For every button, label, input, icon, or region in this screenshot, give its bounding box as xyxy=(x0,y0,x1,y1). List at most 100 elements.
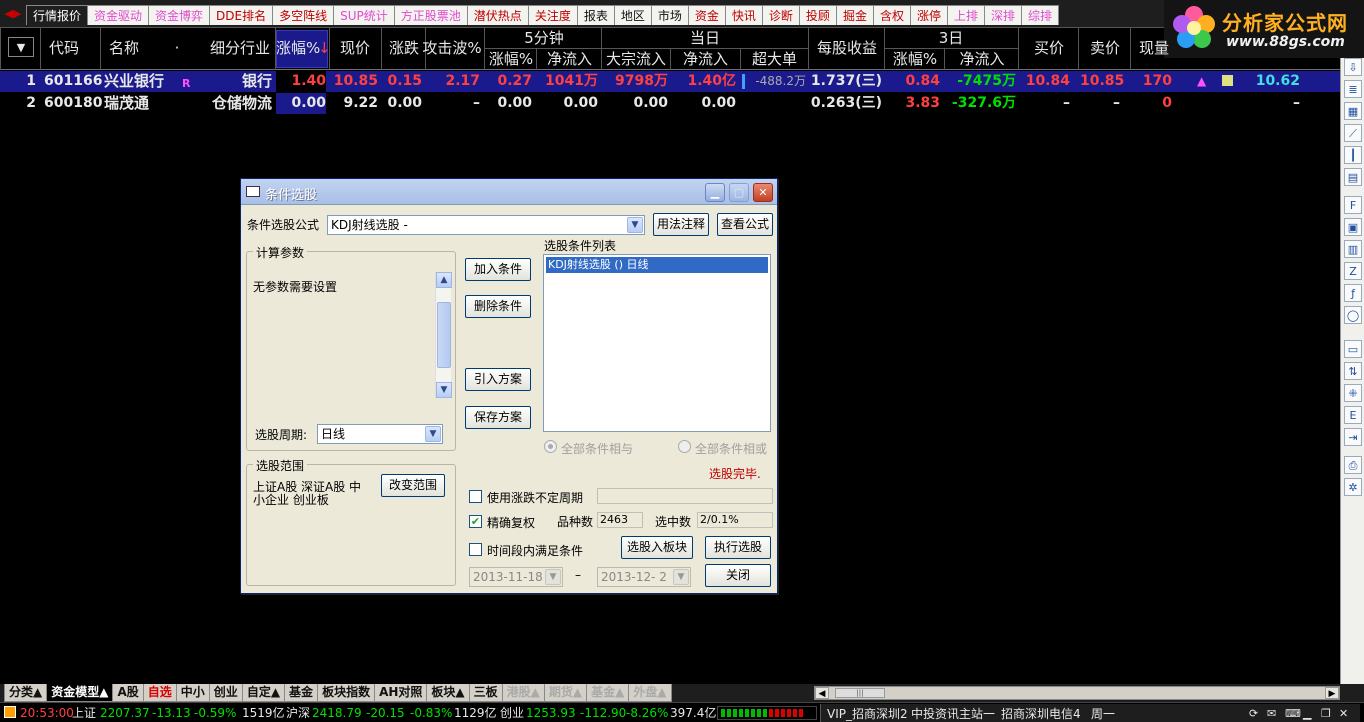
usage-notes-button[interactable]: 用法注释 xyxy=(653,213,709,236)
header-3day-pct[interactable]: 涨幅% xyxy=(886,49,944,69)
message-icon[interactable]: ✉ xyxy=(1267,706,1276,722)
tab-market-5[interactable]: SUP统计 xyxy=(333,5,395,25)
header-sell[interactable]: 卖价 xyxy=(1080,38,1130,60)
tab-category-12[interactable]: 港股▲ xyxy=(501,684,545,702)
candlestick-icon[interactable]: ┃ xyxy=(1344,146,1362,164)
tab-market-20[interactable]: 深排 xyxy=(984,5,1023,25)
header-5min-net[interactable]: 净流入 xyxy=(538,49,601,69)
tab-category-15[interactable]: 外盘▲ xyxy=(628,684,672,702)
add-condition-button[interactable]: 加入条件 xyxy=(465,258,531,281)
report-icon[interactable]: ▣ xyxy=(1344,218,1362,236)
params-scrollbar[interactable]: ▲ ▼ xyxy=(435,272,452,398)
tab-category-4[interactable]: 中小 xyxy=(175,684,210,702)
f10-icon[interactable]: F xyxy=(1344,196,1362,214)
header-block-inflow[interactable]: 大宗流入 xyxy=(602,49,670,69)
folder-icon[interactable]: ▭ xyxy=(1344,340,1362,358)
tab-category-6[interactable]: 自定▲ xyxy=(241,684,286,702)
view-formula-button[interactable]: 查看公式 xyxy=(717,213,773,236)
condition-list[interactable]: KDJ射线选股 () 日线 xyxy=(543,254,771,432)
restore-icon[interactable]: ❐ xyxy=(1321,706,1331,722)
header-name[interactable]: 名称 xyxy=(104,38,144,60)
tab-category-0[interactable]: 分类▲ xyxy=(4,684,48,702)
table-row[interactable]: 1 601166 兴业银行 R 银行 1.40 10.85 0.15 2.17 … xyxy=(0,71,1340,92)
tab-market-16[interactable]: 掘金 xyxy=(835,5,874,25)
f2-icon[interactable]: Z xyxy=(1344,262,1362,280)
tab-market-14[interactable]: 诊断 xyxy=(761,5,800,25)
sort-icon[interactable]: ⇅ xyxy=(1344,362,1362,380)
header-change[interactable]: 涨跌 xyxy=(384,38,424,60)
print-icon[interactable]: ⎙ xyxy=(1344,456,1362,474)
tab-market-0[interactable]: 行情报价 xyxy=(26,5,89,25)
time-range-checkbox[interactable] xyxy=(469,543,482,556)
execute-button[interactable]: 执行选股 xyxy=(705,536,771,559)
uncertain-period-checkbox[interactable] xyxy=(469,490,482,503)
tab-market-17[interactable]: 含权 xyxy=(872,5,911,25)
tab-market-2[interactable]: 资金博弈 xyxy=(148,5,211,25)
quote-list-icon[interactable]: ≣ xyxy=(1344,80,1362,98)
refresh-icon[interactable]: ⟳ xyxy=(1249,706,1258,722)
header-industry[interactable]: 细分行业 xyxy=(206,38,274,60)
close-icon[interactable]: ✕ xyxy=(753,183,773,202)
tab-category-1[interactable]: 资金模型▲ xyxy=(46,684,114,702)
formula-select[interactable]: KDJ射线选股 - ▼ xyxy=(327,215,645,235)
save-scheme-button[interactable]: 保存方案 xyxy=(465,406,531,429)
tab-category-13[interactable]: 期货▲ xyxy=(543,684,588,702)
close-button[interactable]: 关闭 xyxy=(705,564,771,587)
tab-market-9[interactable]: 报表 xyxy=(576,5,615,25)
period-select[interactable]: 日线 ▼ xyxy=(317,424,443,444)
bar-chart-icon[interactable]: ▤ xyxy=(1344,168,1362,186)
exact-adjust-checkbox[interactable]: ✔ xyxy=(469,515,482,528)
add-to-block-button[interactable]: 选股入板块 xyxy=(621,536,693,559)
chevron-down-icon[interactable]: ▼ xyxy=(425,426,441,442)
line-chart-icon[interactable]: ⟋ xyxy=(1344,124,1362,142)
header-3day-net[interactable]: 净流入 xyxy=(946,49,1018,69)
table-icon[interactable]: ▦ xyxy=(1344,102,1362,120)
header-attack-wave[interactable]: 攻击波% xyxy=(420,38,484,60)
tab-category-7[interactable]: 基金 xyxy=(284,684,319,702)
tab-category-2[interactable]: A股 xyxy=(112,684,144,702)
scroll-thumb[interactable]: ||| xyxy=(835,688,885,698)
vip-server[interactable]: VIP_招商深圳2 xyxy=(827,706,908,722)
tab-market-12[interactable]: 资金 xyxy=(687,5,726,25)
header-code[interactable]: 代码 xyxy=(44,38,84,60)
tab-category-10[interactable]: 板块▲ xyxy=(426,684,470,702)
export-icon[interactable]: ⇥ xyxy=(1344,428,1362,446)
scroll-thumb[interactable] xyxy=(437,302,451,368)
chevron-down-icon[interactable]: ▼ xyxy=(627,217,643,233)
tab-market-15[interactable]: 投顾 xyxy=(798,5,837,25)
chevron-up-icon[interactable]: ▲ xyxy=(436,272,452,288)
tab-category-5[interactable]: 创业 xyxy=(208,684,243,702)
table-row[interactable]: 2 600180 瑞茂通 仓储物流 0.00 9.22 0.00 – 0.00 … xyxy=(0,93,1340,114)
tab-scroll-arrows[interactable]: ◀▶ xyxy=(0,5,26,23)
tab-market-8[interactable]: 关注度 xyxy=(527,5,578,25)
tab-market-1[interactable]: 资金驱动 xyxy=(87,5,150,25)
tab-market-10[interactable]: 地区 xyxy=(613,5,652,25)
chevron-left-icon[interactable]: ◀ xyxy=(815,687,829,699)
news-icon[interactable]: ▥ xyxy=(1344,240,1362,258)
header-volume[interactable]: 现量 xyxy=(1134,38,1174,60)
tab-market-4[interactable]: 多空阵线 xyxy=(272,5,335,25)
tab-category-8[interactable]: 板块指数 xyxy=(317,684,376,702)
minimize-icon[interactable]: ▁ xyxy=(1303,706,1311,722)
change-range-button[interactable]: 改变范围 xyxy=(381,474,445,497)
tab-category-11[interactable]: 三板 xyxy=(468,684,503,702)
keyboard-icon[interactable]: ⌨ xyxy=(1285,706,1301,722)
import-scheme-button[interactable]: 引入方案 xyxy=(465,368,531,391)
header-5min-pct[interactable]: 涨幅% xyxy=(486,49,536,69)
download-icon[interactable]: ⇩ xyxy=(1344,58,1362,76)
tab-market-7[interactable]: 潜伏热点 xyxy=(466,5,529,25)
header-super-big[interactable]: 超大单 xyxy=(741,49,808,69)
close-app-icon[interactable]: ✕ xyxy=(1339,706,1348,722)
dialog-titlebar[interactable]: 条件选股 ▁ ▢ ✕ xyxy=(241,179,777,205)
minimize-button[interactable]: ▁ xyxy=(705,183,725,202)
header-eps[interactable]: 每股收益 xyxy=(810,38,884,60)
delete-condition-button[interactable]: 删除条件 xyxy=(465,295,531,318)
tab-category-9[interactable]: AH对照 xyxy=(374,684,428,702)
header-price[interactable]: 现价 xyxy=(332,38,378,60)
search-icon[interactable]: ◯ xyxy=(1344,306,1362,324)
settings-icon[interactable]: ✲ xyxy=(1344,478,1362,496)
tab-market-21[interactable]: 综排 xyxy=(1021,5,1060,25)
header-buy[interactable]: 买价 xyxy=(1020,38,1078,60)
tab-market-6[interactable]: 方正股票池 xyxy=(393,5,468,25)
list-item[interactable]: KDJ射线选股 () 日线 xyxy=(546,257,768,273)
